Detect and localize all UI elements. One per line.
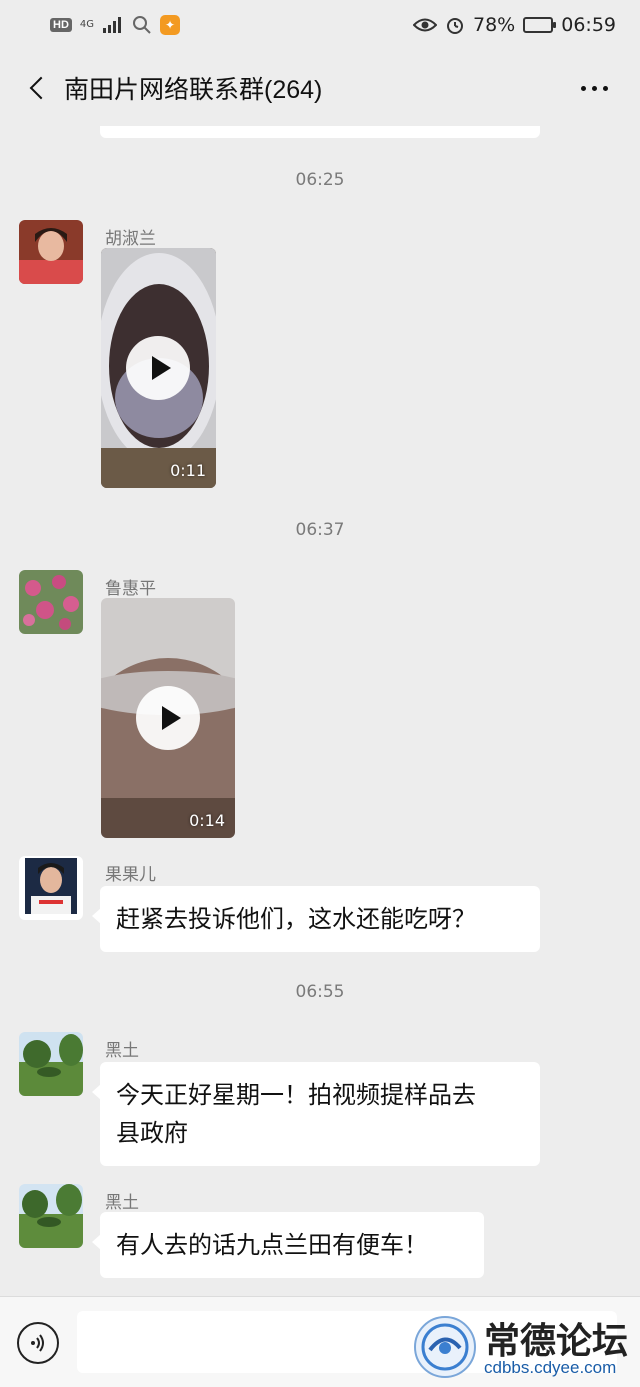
voice-input-button[interactable]	[17, 1322, 59, 1364]
chat-header: 南田片网络联系群(264)	[0, 50, 640, 126]
message-text: 有人去的话九点兰田有便车！	[116, 1231, 428, 1259]
signal-icon	[103, 17, 122, 33]
status-left: HD 4G ✦	[50, 15, 181, 35]
battery-icon	[523, 17, 557, 33]
avatar[interactable]	[19, 1032, 83, 1096]
sender-name: 果果儿	[105, 865, 156, 885]
battery-percent: 78%	[473, 14, 516, 36]
video-duration: 0:14	[189, 811, 225, 830]
text-message-bubble[interactable]: 赶紧去投诉他们，这水还能吃呀？	[92, 886, 540, 952]
text-message-bubble[interactable]: 今天正好星期一！拍视频提样品去 县政府	[92, 1062, 540, 1166]
watermark-title: 常德论坛	[484, 1320, 629, 1362]
hd-icon: HD	[50, 18, 72, 32]
back-arrow-icon	[29, 76, 53, 100]
network-type: 4G	[79, 19, 95, 30]
sender-name: 黑土	[105, 1193, 139, 1213]
video-duration: 0:11	[170, 461, 206, 480]
more-dot-icon	[603, 85, 608, 91]
sender-name: 鲁惠平	[105, 579, 156, 599]
more-options-button[interactable]	[581, 85, 620, 91]
text-message-bubble[interactable]: 有人去的话九点兰田有便车！	[92, 1212, 484, 1278]
clock: 06:59	[561, 14, 616, 36]
more-dot-icon	[581, 85, 586, 91]
eye-comfort-icon	[413, 18, 437, 32]
video-message[interactable]: 0:11	[101, 248, 216, 488]
watermark: 常德论坛 cdbbs.cdyee.com	[412, 1312, 636, 1384]
play-button[interactable]	[136, 686, 200, 750]
watermark-url: cdbbs.cdyee.com	[484, 1358, 617, 1377]
sender-name: 黑土	[105, 1041, 139, 1061]
sender-name: 胡淑兰	[105, 229, 156, 249]
timestamp: 06:55	[295, 982, 345, 1002]
play-icon	[151, 356, 171, 380]
message-text-line: 今天正好星期一！拍视频提样品去	[116, 1081, 476, 1109]
avatar[interactable]	[19, 570, 83, 634]
uc-browser-icon: ✦	[160, 15, 181, 35]
voice-icon	[31, 1334, 44, 1352]
status-right: 78% 06:59	[413, 14, 616, 36]
timestamp: 06:25	[295, 170, 345, 190]
message-text: 赶紧去投诉他们，这水还能吃呀？	[116, 905, 476, 933]
play-icon	[161, 706, 181, 730]
back-button[interactable]	[20, 68, 56, 108]
more-dot-icon	[592, 85, 597, 91]
chat-title: 南田片网络联系群(264)	[64, 76, 323, 104]
video-message[interactable]: 0:14	[101, 598, 235, 838]
avatar[interactable]	[19, 1184, 83, 1248]
status-bar: HD 4G ✦ 78% 06:59	[0, 0, 640, 50]
forum-logo	[414, 1316, 476, 1378]
message-text-line: 县政府	[116, 1119, 188, 1147]
avatar[interactable]	[19, 856, 83, 920]
previous-message-bubble[interactable]	[100, 126, 540, 138]
alarm-icon	[447, 18, 463, 34]
chat-messages[interactable]: 06:25 胡淑兰 0:11 06:37 鲁惠平 0:14 果果儿 赶紧去投诉他…	[0, 126, 640, 1296]
search-icon	[133, 16, 151, 34]
avatar[interactable]	[19, 220, 83, 284]
play-button[interactable]	[126, 336, 190, 400]
timestamp: 06:37	[295, 520, 345, 540]
